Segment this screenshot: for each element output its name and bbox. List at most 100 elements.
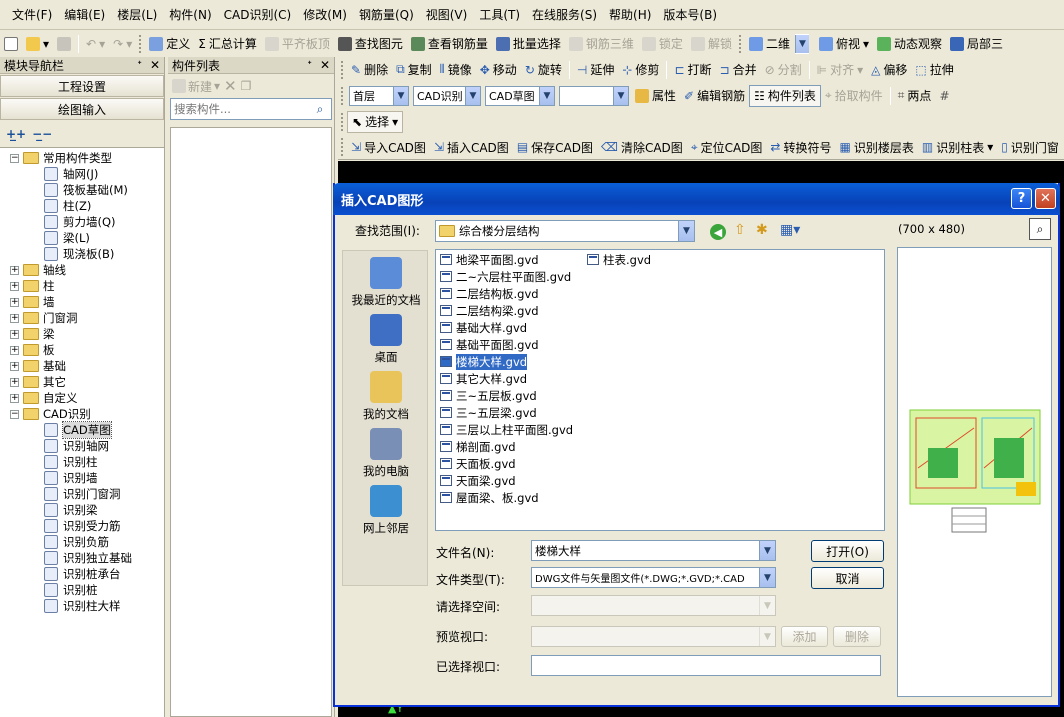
place-item[interactable]: 桌面 bbox=[343, 314, 429, 365]
view-menu-icon[interactable]: ▦▾ bbox=[780, 222, 800, 238]
unlock-button[interactable]: 解锁 bbox=[687, 33, 736, 55]
open-button[interactable]: 打开(O) bbox=[811, 540, 884, 562]
floor-select[interactable]: 首层 ▼ bbox=[349, 85, 409, 106]
convert-symbol-button[interactable]: ⇄ 转换符号 bbox=[766, 136, 835, 158]
tree-item[interactable]: 识别独立基础 bbox=[0, 550, 164, 566]
delete-icon[interactable]: ✕ bbox=[224, 77, 237, 95]
new-folder-icon[interactable]: ✱ bbox=[756, 222, 768, 238]
space-select[interactable]: ▼ bbox=[531, 595, 776, 616]
tree-folder[interactable]: + 基础 bbox=[0, 358, 164, 374]
select-button[interactable]: ⬉ 选择 ▾ bbox=[347, 110, 404, 133]
view-mode-select[interactable]: 二维 ▼ bbox=[745, 33, 815, 55]
file-item[interactable]: 其它大样.gvd bbox=[440, 370, 573, 387]
file-item[interactable]: 地梁平面图.gvd bbox=[440, 251, 573, 268]
tree-item[interactable]: 识别柱大样 bbox=[0, 598, 164, 614]
tree-item[interactable]: 筏板基础(M) bbox=[0, 182, 164, 198]
open-file-button[interactable]: ▾ bbox=[22, 33, 53, 55]
insert-cad-button[interactable]: ⇲ 插入CAD图 bbox=[430, 136, 513, 158]
tree-item[interactable]: 识别桩 bbox=[0, 582, 164, 598]
file-item[interactable]: 楼梯大样.gvd bbox=[440, 353, 573, 370]
filename-input[interactable]: 楼梯大样 ▼ bbox=[531, 540, 776, 561]
tree-folder[interactable]: + 梁 bbox=[0, 326, 164, 342]
import-cad-button[interactable]: ⇲ 导入CAD图 bbox=[347, 136, 430, 158]
menu-item[interactable]: CAD识别(C) bbox=[218, 5, 298, 25]
tree-item[interactable]: 梁(L) bbox=[0, 230, 164, 246]
preview-toggle-icon[interactable]: ⌕ bbox=[1029, 218, 1051, 240]
file-item[interactable]: 屋面梁、板.gvd bbox=[440, 489, 573, 506]
menu-item[interactable]: 在线服务(S) bbox=[526, 5, 603, 25]
cancel-button[interactable]: 取消 bbox=[811, 567, 884, 589]
place-item[interactable]: 网上邻居 bbox=[343, 485, 429, 536]
file-item[interactable]: 二~六层柱平面图.gvd bbox=[440, 268, 573, 285]
component-list-toggle[interactable]: ☷ 构件列表 bbox=[749, 84, 821, 107]
recog-door-button[interactable]: ▯ 识别门窗 bbox=[997, 136, 1063, 158]
file-item[interactable]: 基础平面图.gvd bbox=[440, 336, 573, 353]
help-button[interactable]: ? bbox=[1011, 188, 1032, 209]
dynamic-view-button[interactable]: 动态观察 bbox=[873, 33, 946, 55]
menu-item[interactable]: 修改(M) bbox=[297, 5, 353, 25]
tree-item[interactable]: 识别墙 bbox=[0, 470, 164, 486]
extend-button[interactable]: ⊣ 延伸 bbox=[573, 59, 618, 81]
file-item[interactable]: 天面梁.gvd bbox=[440, 472, 573, 489]
place-item[interactable]: 我最近的文档 bbox=[343, 257, 429, 308]
properties-button[interactable]: 属性 bbox=[631, 85, 680, 107]
expand-icon[interactable]: + bbox=[10, 265, 19, 275]
menu-item[interactable]: 工具(T) bbox=[473, 5, 526, 25]
save-button[interactable] bbox=[53, 33, 75, 55]
filetype-select[interactable]: DWG文件与矢量图文件(*.DWG;*.GVD;*.CAD ▼ bbox=[531, 567, 776, 588]
file-item[interactable]: 三~五层梁.gvd bbox=[440, 404, 573, 421]
place-item[interactable]: 我的电脑 bbox=[343, 428, 429, 479]
file-item[interactable]: 二层结构梁.gvd bbox=[440, 302, 573, 319]
locate-cad-button[interactable]: ⌖ 定位CAD图 bbox=[687, 136, 767, 158]
redo-button[interactable]: ↷ ▾ bbox=[109, 33, 136, 55]
break-button[interactable]: ⊏ 打断 bbox=[670, 59, 715, 81]
tree-item[interactable]: 识别梁 bbox=[0, 502, 164, 518]
flush-top-button[interactable]: 平齐板顶 bbox=[261, 33, 334, 55]
tree-item[interactable]: 识别柱 bbox=[0, 454, 164, 470]
merge-button[interactable]: ⊐ 合并 bbox=[716, 59, 761, 81]
delete-viewport-button[interactable]: 删除 bbox=[833, 626, 881, 647]
trim-button[interactable]: ⊹ 修剪 bbox=[618, 59, 663, 81]
menu-item[interactable]: 构件(N) bbox=[163, 5, 217, 25]
tree-folder[interactable]: + 板 bbox=[0, 342, 164, 358]
menu-item[interactable]: 视图(V) bbox=[420, 5, 474, 25]
tree-item[interactable]: 识别轴网 bbox=[0, 438, 164, 454]
find-element-button[interactable]: 查找图元 bbox=[334, 33, 407, 55]
collapse-all-icon[interactable]: −̲− bbox=[32, 127, 52, 141]
type-select[interactable]: CAD草图 ▼ bbox=[485, 85, 555, 106]
copy-button[interactable]: ⧉ 复制 bbox=[392, 59, 436, 81]
tree-folder[interactable]: + 其它 bbox=[0, 374, 164, 390]
tree-folder[interactable]: − CAD识别 bbox=[0, 406, 164, 422]
close-icon[interactable]: ✕ bbox=[150, 58, 160, 72]
expand-icon[interactable]: + bbox=[10, 313, 19, 323]
rebar-3d-button[interactable]: 钢筋三维 bbox=[565, 33, 638, 55]
component-select[interactable]: ▼ bbox=[559, 85, 629, 106]
file-item[interactable]: 基础大样.gvd bbox=[440, 319, 573, 336]
rotate-button[interactable]: ↻ 旋转 bbox=[521, 59, 566, 81]
split-button[interactable]: ⊘ 分割 bbox=[761, 59, 806, 81]
stretch-button[interactable]: ⬚ 拉伸 bbox=[911, 59, 957, 81]
tree-folder[interactable]: − 常用构件类型 bbox=[0, 150, 164, 166]
file-item[interactable]: 梯剖面.gvd bbox=[440, 438, 573, 455]
tree-folder[interactable]: + 门窗洞 bbox=[0, 310, 164, 326]
pin-icon[interactable]: ᐩ bbox=[137, 58, 142, 72]
collapse-icon[interactable]: − bbox=[10, 409, 19, 419]
tree-item[interactable]: 现浇板(B) bbox=[0, 246, 164, 262]
collapse-icon[interactable]: − bbox=[10, 153, 19, 163]
expand-icon[interactable]: + bbox=[10, 329, 19, 339]
tree-folder[interactable]: + 柱 bbox=[0, 278, 164, 294]
batch-select-button[interactable]: 批量选择 bbox=[492, 33, 565, 55]
view-rebar-button[interactable]: 查看钢筋量 bbox=[407, 33, 492, 55]
tree-item[interactable]: 识别门窗洞 bbox=[0, 486, 164, 502]
tree-item[interactable]: 柱(Z) bbox=[0, 198, 164, 214]
tree-item[interactable]: CAD草图 bbox=[0, 421, 164, 439]
local-3d-button[interactable]: 局部三 bbox=[946, 33, 1007, 55]
tree-item[interactable]: 识别受力筋 bbox=[0, 518, 164, 534]
pin-icon[interactable]: ᐩ bbox=[307, 58, 312, 72]
offset-button[interactable]: ◬ 偏移 bbox=[867, 59, 911, 81]
menu-item[interactable]: 文件(F) bbox=[6, 5, 58, 25]
tree-item[interactable]: 剪力墙(Q) bbox=[0, 214, 164, 230]
recog-column-table-button[interactable]: ▥ 识别柱表 ▾ bbox=[918, 136, 997, 158]
two-points-button[interactable]: ⌗ 两点 bbox=[894, 85, 936, 107]
expand-icon[interactable]: + bbox=[10, 393, 19, 403]
